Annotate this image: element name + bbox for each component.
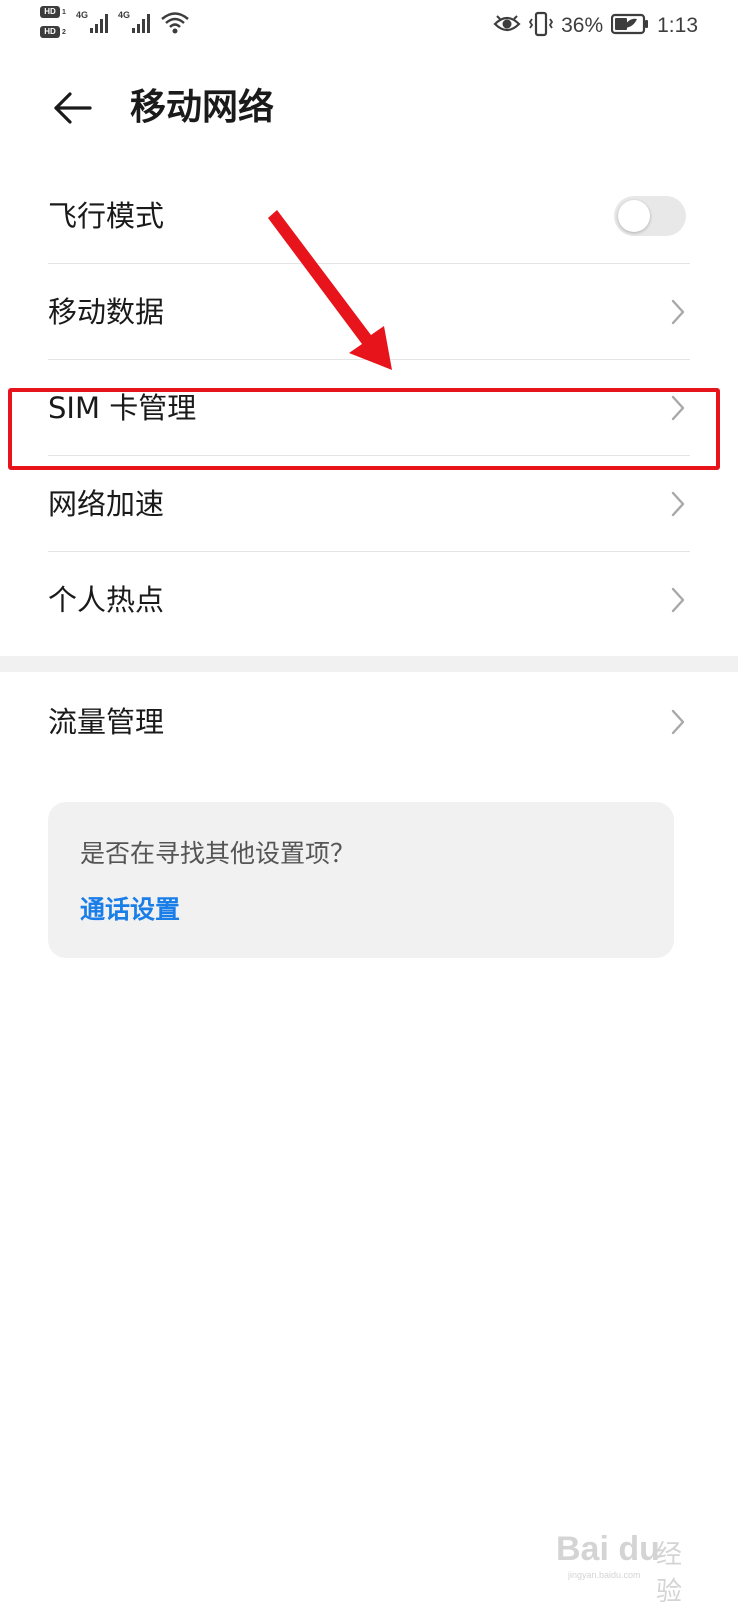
chevron-right-icon	[671, 587, 685, 613]
eye-icon	[493, 14, 521, 38]
airplane-mode-toggle[interactable]	[614, 196, 686, 236]
watermark-url: jingyan.baidu.com	[568, 1570, 641, 1580]
status-bar-right: 36% 1:13	[493, 10, 698, 42]
hd1-badge: HD	[40, 6, 60, 18]
page-title: 移动网络	[130, 87, 275, 128]
list-item-label: 飞行模式	[48, 199, 165, 233]
list-item-airplane-mode[interactable]: 飞行模式	[0, 168, 738, 264]
call-settings-link[interactable]: 通话设置	[80, 892, 180, 928]
battery-icon	[611, 13, 649, 39]
status-bar: HD 1 HD 2 4G 4G 36% 1:13	[0, 0, 738, 52]
section-divider	[0, 656, 738, 672]
clock: 1:13	[657, 14, 698, 37]
toggle-knob	[618, 200, 650, 232]
chevron-right-icon	[671, 299, 685, 325]
hd2-badge: HD	[40, 26, 60, 38]
list-item-mobile-data[interactable]: 移动数据	[0, 264, 738, 360]
watermark-brand: Bai du	[556, 1530, 660, 1568]
list-item-label: 个人热点	[48, 583, 165, 617]
vibrate-icon	[529, 11, 554, 41]
list-item-label: 流量管理	[48, 705, 165, 739]
list-item-network-acceleration[interactable]: 网络加速	[0, 456, 738, 552]
hd2-number: 2	[62, 29, 66, 36]
list-item-label: 移动数据	[48, 295, 165, 329]
list-item-label: 网络加速	[48, 487, 165, 521]
wifi-icon	[160, 10, 190, 40]
list-item-data-usage[interactable]: 流量管理	[0, 672, 738, 772]
watermark-cn: 经验	[656, 1540, 683, 1607]
battery-percent: 36%	[561, 14, 604, 37]
app-header: 移动网络	[0, 60, 738, 156]
back-arrow-icon	[54, 92, 92, 124]
hd1-number: 1	[62, 9, 66, 16]
suggestion-question: 是否在寻找其他设置项？	[80, 839, 356, 868]
back-button[interactable]	[44, 80, 100, 136]
chevron-right-icon	[671, 709, 685, 735]
baidu-watermark: Bai du 经验 jingyan.baidu.com	[556, 1508, 706, 1607]
highlight-box	[8, 388, 720, 470]
chevron-right-icon	[671, 491, 685, 517]
list-item-personal-hotspot[interactable]: 个人热点	[0, 552, 738, 648]
suggestion-card: 是否在寻找其他设置项？ 通话设置	[48, 802, 674, 958]
